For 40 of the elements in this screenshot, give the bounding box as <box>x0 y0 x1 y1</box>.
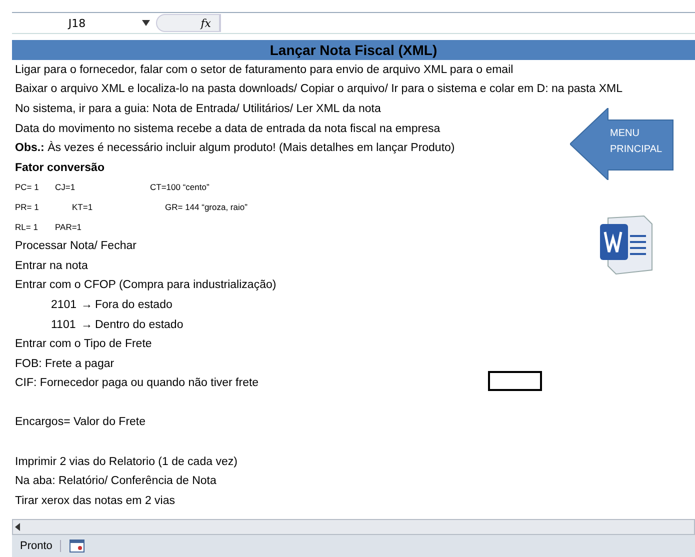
cfop-label: Fora do estado <box>95 298 172 311</box>
instruction-text: Ligar para o fornecedor, falar com o setor de faturamento para envio de arquivo XML para o email <box>15 64 514 76</box>
conversion-text: GR= 144 “groza, raio” <box>165 202 248 212</box>
dropdown-caret-icon[interactable] <box>142 20 150 26</box>
menu-arrow-shape[interactable] <box>570 108 675 180</box>
conversion-text: CJ=1 <box>55 182 76 192</box>
instruction-text: Entrar na nota <box>15 260 88 272</box>
sheet-title: Lançar Nota Fiscal (XML) <box>12 40 695 60</box>
instruction-text: Na aba: Relatório/ Conferência de Nota <box>15 475 216 488</box>
instruction-text: Processar Nota/ Fechar <box>15 240 136 252</box>
cfop-code: 1101 <box>51 318 77 331</box>
arrow-text: → <box>81 318 94 331</box>
instruction-text: Tirar xerox das notas em 2 vias <box>15 494 175 507</box>
instruction-text: Baixar o arquivo XML e localiza-lo na pasta downloads/ Copiar o arquivo/ Ir para o sistema e colar em D: na pasta XML <box>15 83 622 96</box>
macro-record-icon[interactable] <box>69 539 86 553</box>
status-text: Pronto <box>12 540 62 552</box>
conversion-text: CT=100 “cento” <box>150 182 210 192</box>
horizontal-scrollbar[interactable] <box>12 519 695 535</box>
fx-label[interactable]: fx <box>200 16 211 30</box>
scroll-left-icon[interactable] <box>13 522 23 532</box>
instruction-text: FOB: Frete a pagar <box>15 358 114 370</box>
selected-cell[interactable] <box>488 371 542 391</box>
arrow-text: → <box>81 298 94 311</box>
instruction-text: Imprimir 2 vias do Relatorio (1 de cada vez) <box>15 456 238 468</box>
cfop-label: Dentro do estado <box>95 318 184 331</box>
instruction-text: CIF: Fornecedor paga ou quando não tiver frete <box>15 377 259 390</box>
instruction-text: Data do movimento no sistema recebe a data de entrada da nota fiscal na empresa <box>15 122 440 135</box>
conversion-text: PC= 1 <box>15 182 39 192</box>
conversion-text: RL= 1 <box>15 222 38 232</box>
name-box[interactable]: J18 <box>12 16 142 30</box>
instruction-text: Obs.: Às vezes é necessário incluir algum produto! (Mais detalhes em lançar Produto) <box>15 142 455 154</box>
instruction-text: No sistema, ir para a guia: Nota de Entrada/ Utilitários/ Ler XML da nota <box>15 102 381 115</box>
cfop-code: 2101 <box>51 298 78 311</box>
conversion-text: PR= 1 <box>15 202 39 212</box>
instruction-text: Entrar com o Tipo de Frete <box>15 338 152 350</box>
instruction-text: Entrar com o CFOP (Compra para industrialização) <box>15 279 276 292</box>
section-heading: Fator conversão <box>15 162 104 174</box>
conversion-text: PAR=1 <box>55 222 82 232</box>
conversion-text: KT=1 <box>72 202 93 212</box>
instruction-text: Encargos= Valor do Frete <box>15 416 146 428</box>
